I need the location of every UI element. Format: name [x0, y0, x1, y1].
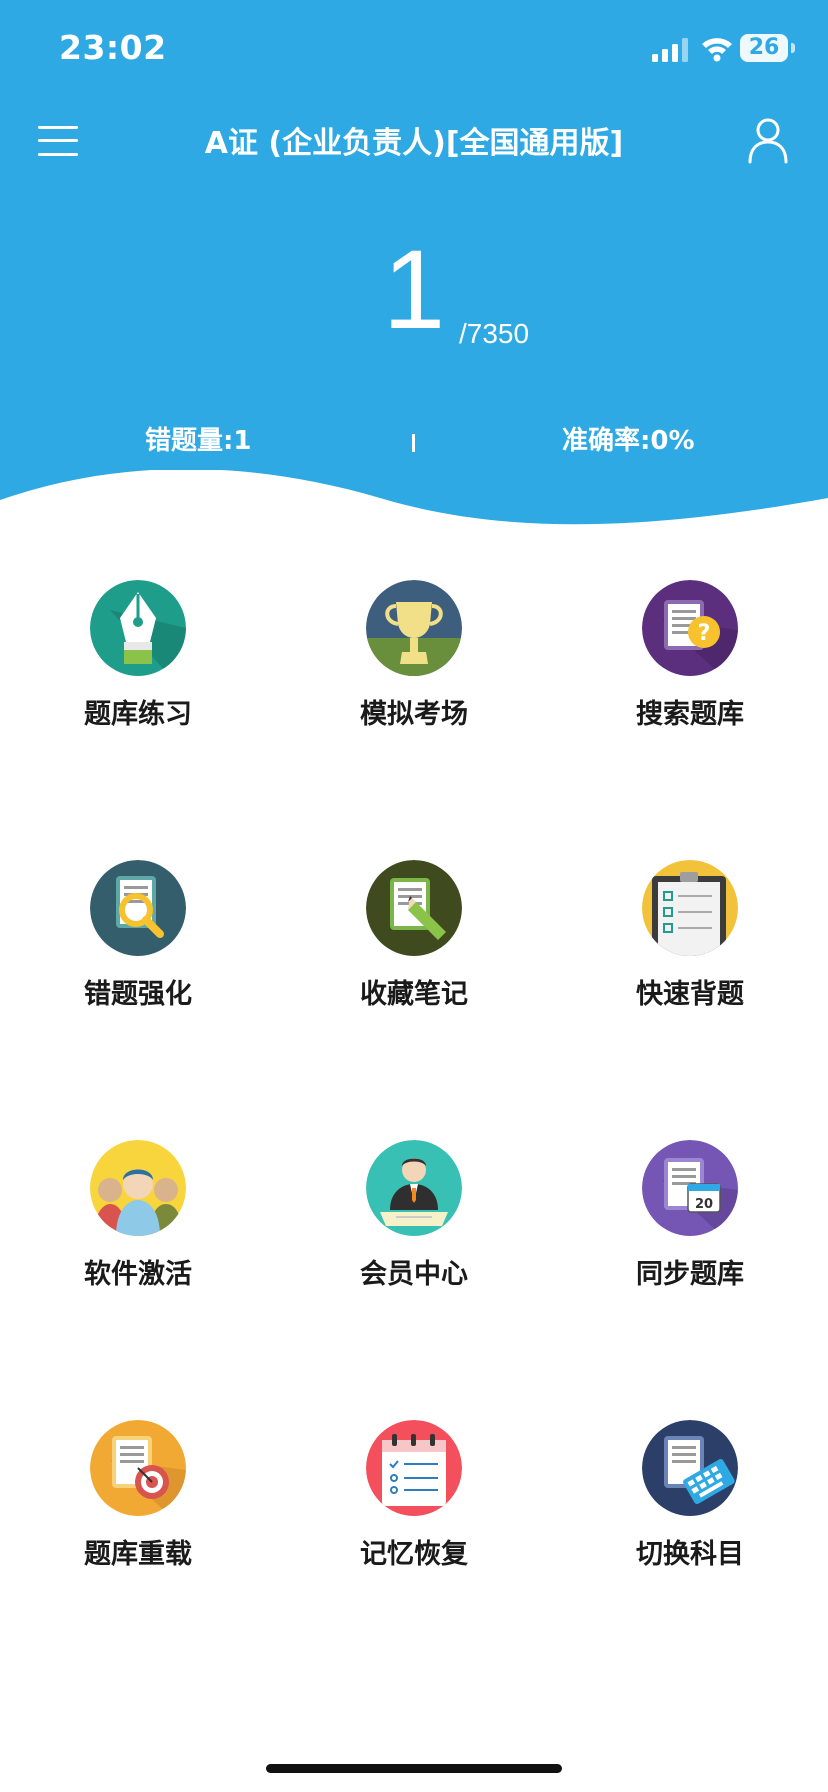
- clipboard-checklist-icon: [642, 860, 738, 956]
- wave-divider: [0, 470, 828, 550]
- home-indicator[interactable]: [266, 1764, 562, 1773]
- menu-item-label: 错题强化: [84, 979, 192, 1010]
- wrong-count[interactable]: 错题量:1: [145, 420, 252, 457]
- menu-item-label: 会员中心: [360, 1259, 468, 1290]
- current-question-number: 1: [382, 227, 446, 352]
- member-person-icon: [366, 1140, 462, 1236]
- menu-item-favorites-notes[interactable]: 收藏笔记: [316, 860, 516, 1030]
- battery-icon: 26: [740, 34, 788, 62]
- question-search-icon: ?: [642, 580, 738, 676]
- page-title: A证 (企业负责人)[全国通用版]: [204, 126, 624, 161]
- menu-item-memory-restore[interactable]: 记忆恢复: [316, 1420, 516, 1590]
- cellular-signal-icon: [652, 38, 688, 62]
- menu-item-label: 题库练习: [84, 699, 192, 730]
- menu-item-member-center[interactable]: 会员中心: [316, 1140, 516, 1310]
- status-bar: 23:02 26: [0, 0, 828, 100]
- svg-text:20: 20: [695, 1197, 713, 1212]
- people-group-icon: [90, 1140, 186, 1236]
- checklist-calendar-icon: [366, 1420, 462, 1516]
- menu-item-label: 同步题库: [636, 1259, 744, 1290]
- menu-item-wrong-review[interactable]: 错题强化: [40, 860, 240, 1030]
- hamburger-menu-icon[interactable]: [38, 124, 80, 158]
- battery-cap: [791, 43, 795, 53]
- note-pen-icon: [366, 860, 462, 956]
- menu-item-activate[interactable]: 软件激活: [40, 1140, 240, 1310]
- menu-item-label: 切换科目: [636, 1539, 744, 1570]
- pen-nib-icon: [90, 580, 186, 676]
- menu-item-label: 收藏笔记: [360, 979, 468, 1010]
- status-time: 23:02: [59, 28, 167, 67]
- accuracy-rate: 准确率:0%: [562, 426, 695, 456]
- menu-item-reload-bank[interactable]: 题库重载: [40, 1420, 240, 1590]
- menu-item-mock-exam[interactable]: 模拟考场: [316, 580, 516, 750]
- trophy-icon: [366, 580, 462, 676]
- calendar-document-icon: 20: [642, 1140, 738, 1236]
- menu-item-practice[interactable]: 题库练习: [40, 580, 240, 750]
- progress-counter: 1 /7350: [0, 230, 828, 360]
- stats-row: 错题量:1 准确率:0%: [0, 420, 828, 464]
- menu-item-label: 题库重载: [84, 1539, 192, 1570]
- target-document-icon: [90, 1420, 186, 1516]
- menu-item-label: 记忆恢复: [360, 1539, 468, 1570]
- menu-item-quick-memorize[interactable]: 快速背题: [592, 860, 792, 1030]
- total-question-count: /7350: [459, 318, 530, 349]
- nav-bar: A证 (企业负责人)[全国通用版]: [0, 100, 828, 180]
- menu-item-label: 模拟考场: [360, 699, 468, 730]
- menu-item-search-bank[interactable]: ? 搜索题库: [592, 580, 792, 750]
- stats-divider: [412, 434, 415, 452]
- magnifier-icon: [90, 860, 186, 956]
- keyboard-document-icon: [642, 1420, 738, 1516]
- menu-item-label: 搜索题库: [636, 699, 744, 730]
- menu-item-sync-bank[interactable]: 20 同步题库: [592, 1140, 792, 1310]
- menu-item-switch-subject[interactable]: 切换科目: [592, 1420, 792, 1590]
- menu-item-label: 快速背题: [636, 979, 744, 1010]
- svg-text:?: ?: [698, 621, 711, 646]
- wifi-icon: [702, 38, 732, 62]
- user-profile-icon[interactable]: [746, 116, 790, 164]
- menu-item-label: 软件激活: [84, 1259, 192, 1290]
